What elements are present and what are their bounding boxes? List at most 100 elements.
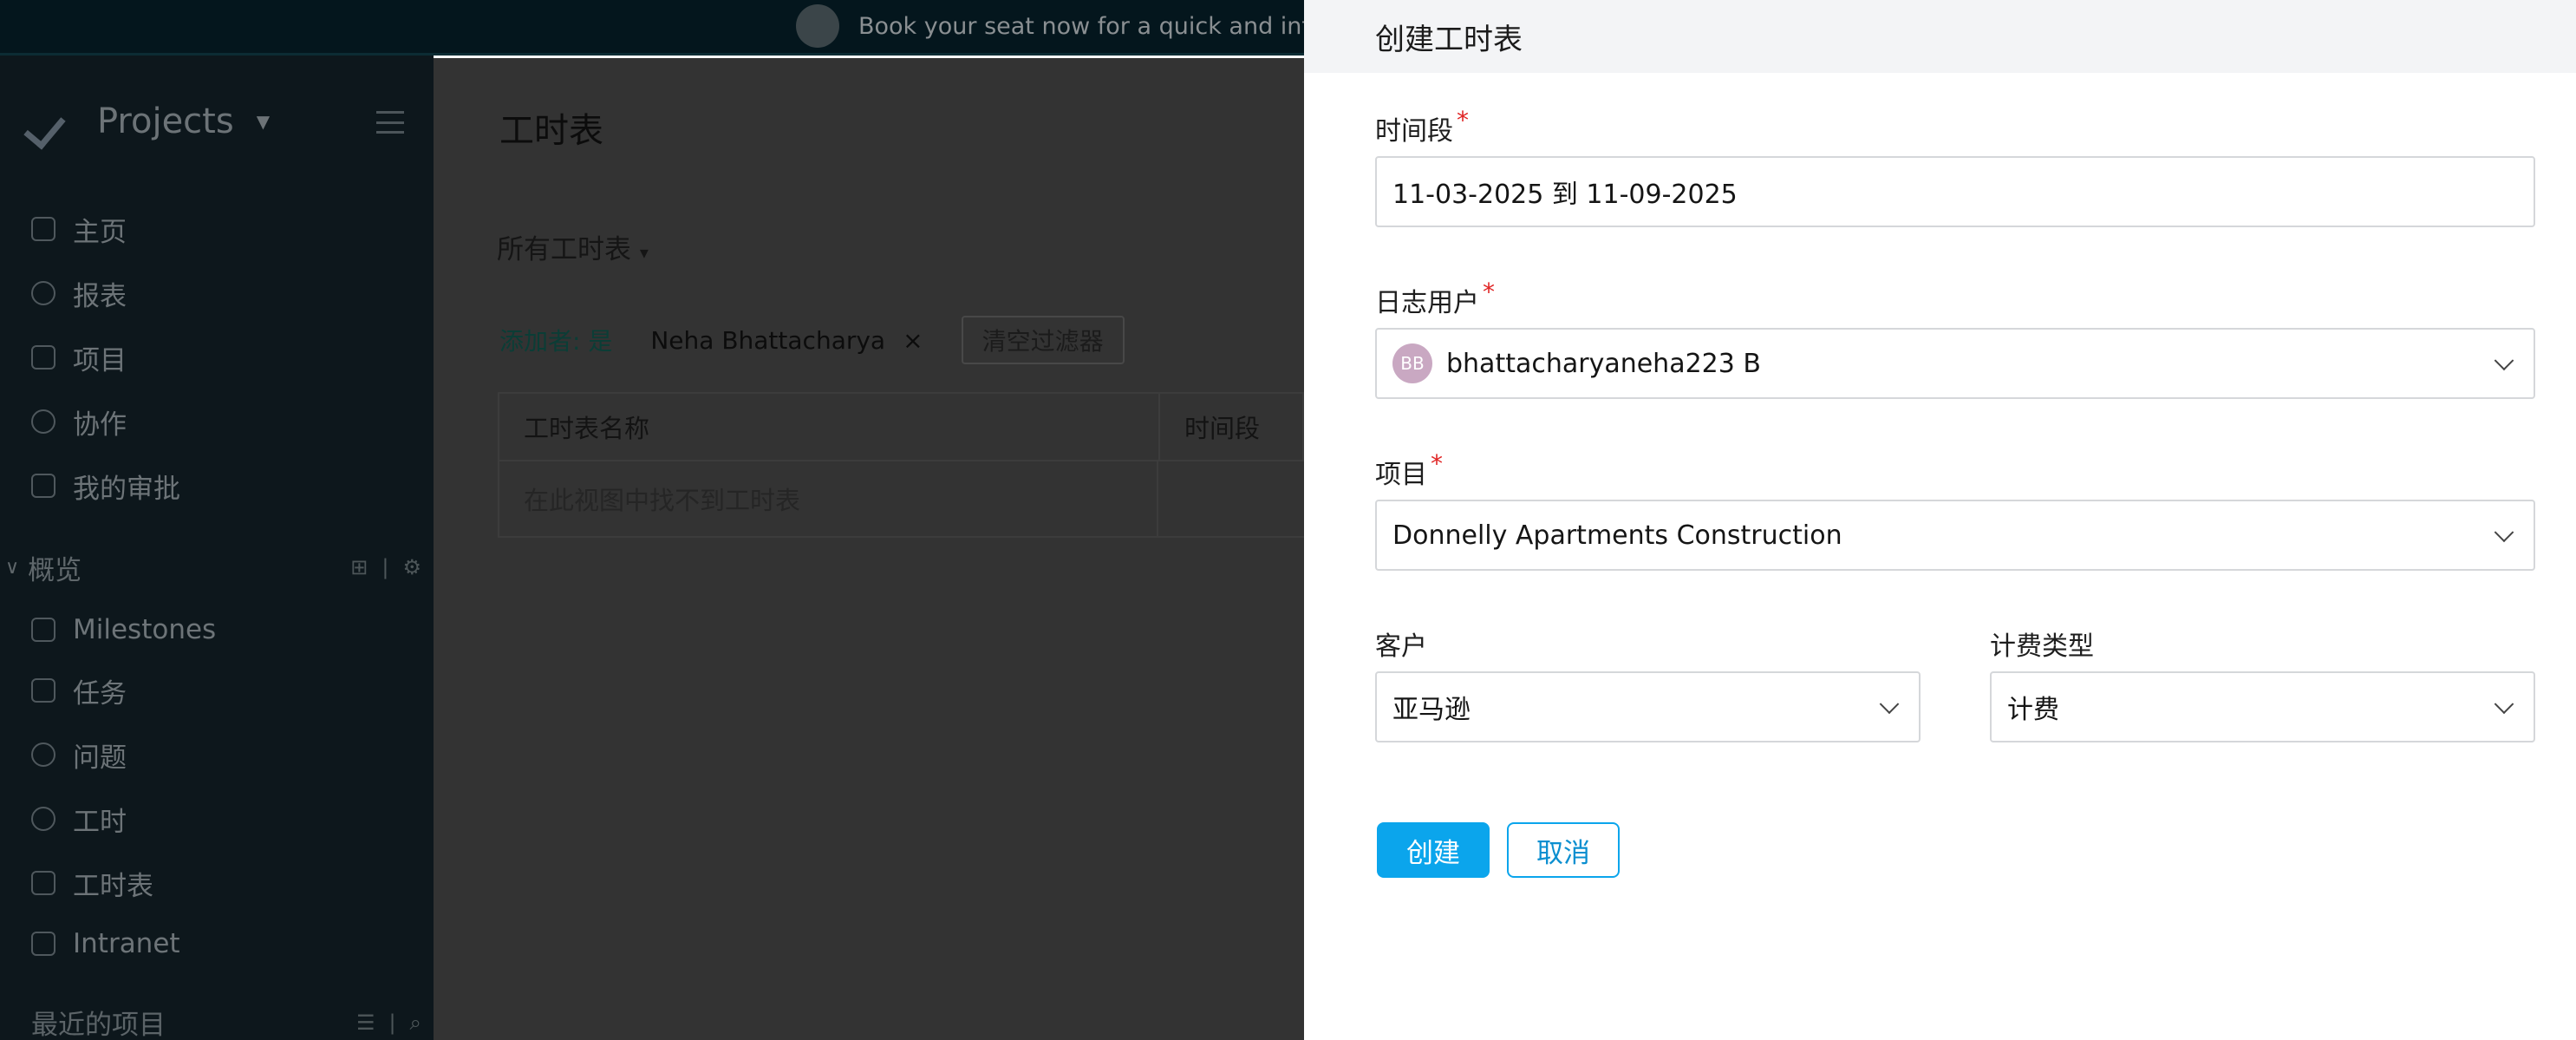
label-text: 客户 (1375, 631, 1427, 662)
nav-label: 我的审批 (73, 473, 180, 505)
home-icon (31, 217, 55, 241)
table-header-row: 工时表名称 时间段 (498, 392, 1304, 461)
nav-item-milestones[interactable]: Milestones (31, 611, 216, 649)
nav-label: 主页 (73, 216, 127, 248)
drawer-title-text: 创建工时表 (1375, 22, 1523, 57)
flag-icon (31, 618, 55, 642)
timer-icon (31, 807, 55, 831)
project-select[interactable]: Donnelly Apartments Construction (1375, 500, 2535, 571)
avatar: BB (1392, 343, 1432, 383)
billing-type-label: 计费类型 (1990, 625, 2094, 663)
filter-chip[interactable]: Neha Bhattacharya × (650, 326, 923, 355)
required-mark: * (1431, 449, 1443, 478)
page-title: 工时表 (499, 111, 603, 151)
nav-item-reports[interactable]: 报表 (31, 274, 127, 312)
nav-label: 协作 (73, 409, 127, 441)
intranet-icon (31, 932, 55, 956)
period-label: 时间段 * (1375, 106, 1469, 147)
nav-item-projects[interactable]: 项目 (31, 338, 127, 376)
nav-label: 项目 (73, 344, 127, 376)
filter-chip-label: Neha Bhattacharya (650, 325, 886, 355)
gear-icon[interactable]: ⚙ (402, 555, 421, 579)
clear-filters-button[interactable]: 清空过滤器 (961, 316, 1125, 364)
promo-banner[interactable]: Book your seat now for a quick and info (796, 3, 1304, 49)
menu-icon[interactable] (376, 111, 404, 134)
task-icon (31, 678, 55, 703)
required-mark: * (1483, 278, 1495, 306)
client-label: 客户 (1375, 625, 1427, 663)
chevron-down-icon (2494, 350, 2514, 371)
nav-item-home[interactable]: 主页 (31, 210, 127, 248)
reports-icon (31, 281, 55, 305)
section-overview[interactable]: ∨ 概览 ⊞ | ⚙ (5, 548, 421, 586)
create-button[interactable]: 创建 (1377, 822, 1490, 878)
chevron-down-icon (2494, 694, 2514, 715)
section-label: 概览 (28, 554, 82, 586)
nav-label: Milestones (73, 614, 217, 645)
drawer-title: 创建工时表 (1304, 0, 2576, 73)
required-mark: * (1457, 106, 1469, 134)
section-label: 最近的项目 (31, 1010, 166, 1040)
view-label: 所有工时表 (497, 234, 631, 265)
add-icon[interactable]: ⊞ (350, 555, 368, 579)
nav-label: 报表 (73, 280, 127, 312)
view-selector[interactable]: 所有工时表 ▾ (497, 227, 649, 266)
filter-icon[interactable]: ☰ (356, 1011, 375, 1035)
client-select[interactable]: 亚马逊 (1375, 671, 1921, 742)
log-user-label: 日志用户 * (1375, 278, 1495, 319)
filter-label: 添加者: 是 (499, 327, 613, 356)
collaboration-icon (31, 409, 55, 434)
caret-down-icon: ▼ (256, 111, 271, 132)
chevron-down-icon (2494, 522, 2514, 543)
project-value: Donnelly Apartments Construction (1392, 520, 1842, 551)
sidebar: Projects ▼ 主页 报表 项目 协作 我的审批 ∨ 概览 ⊞ | ⚙ M… (0, 0, 434, 1040)
table-row: 在此视图中找不到工时表 (498, 461, 1304, 538)
nav-item-intranet[interactable]: Intranet (31, 925, 180, 963)
app-name: Projects (97, 101, 234, 141)
nav-item-collaboration[interactable]: 协作 (31, 402, 127, 441)
billing-type-value: 计费 (2007, 695, 2059, 725)
filter-bar: 添加者: 是 Neha Bhattacharya × 清空过滤器 (499, 316, 1125, 364)
approvals-icon (31, 474, 55, 498)
nav-item-issues[interactable]: 问题 (31, 736, 127, 774)
period-value: 11-03-2025 到 11-09-2025 (1392, 180, 1738, 210)
divider: | (382, 555, 389, 579)
top-bar: Book your seat now for a quick and info (0, 0, 1304, 56)
nav-label: 任务 (73, 677, 127, 710)
table-header[interactable]: 时间段 (1160, 394, 1260, 460)
nav-label: 工时表 (73, 870, 153, 902)
log-user-value: bhattacharyaneha223 B (1446, 348, 1761, 379)
nav-item-timelogs[interactable]: 工时 (31, 800, 127, 838)
table-header[interactable]: 工时表名称 (499, 394, 1160, 460)
client-value: 亚马逊 (1392, 695, 1471, 725)
app-logo[interactable]: Projects ▼ (28, 97, 270, 146)
billing-type-select[interactable]: 计费 (1990, 671, 2535, 742)
nav-item-timesheets[interactable]: 工时表 (31, 864, 153, 902)
label-text: 日志用户 (1375, 288, 1479, 318)
chevron-down-icon (1879, 694, 1900, 715)
empty-state-text: 在此视图中找不到工时表 (498, 461, 1158, 536)
search-icon[interactable]: ⌕ (410, 1011, 421, 1035)
nav-item-approvals[interactable]: 我的审批 (31, 467, 180, 505)
close-icon[interactable]: × (903, 326, 923, 355)
log-user-select[interactable]: BB bhattacharyaneha223 B (1375, 328, 2535, 399)
label-text: 项目 (1375, 460, 1427, 490)
divider: | (388, 1010, 396, 1035)
period-field[interactable]: 11-03-2025 到 11-09-2025 (1375, 156, 2535, 227)
main-content (434, 58, 1304, 1040)
nav-item-tasks[interactable]: 任务 (31, 671, 127, 710)
chevron-down-icon: ∨ (5, 556, 20, 579)
timesheets-table: 工时表名称 时间段 在此视图中找不到工时表 (498, 392, 1304, 538)
nav-label: 工时 (73, 806, 127, 838)
label-text: 时间段 (1375, 116, 1453, 147)
promo-icon (796, 4, 839, 48)
caret-down-icon: ▾ (639, 242, 649, 263)
projects-logo-icon (28, 97, 80, 146)
section-recent-projects[interactable]: 最近的项目 ☰ | ⌕ (31, 1003, 421, 1040)
nav-label: Intranet (73, 928, 180, 959)
nav-label: 问题 (73, 742, 127, 774)
projects-icon (31, 345, 55, 370)
label-text: 计费类型 (1990, 631, 2094, 662)
timesheet-icon (31, 871, 55, 895)
cancel-button[interactable]: 取消 (1507, 822, 1620, 878)
